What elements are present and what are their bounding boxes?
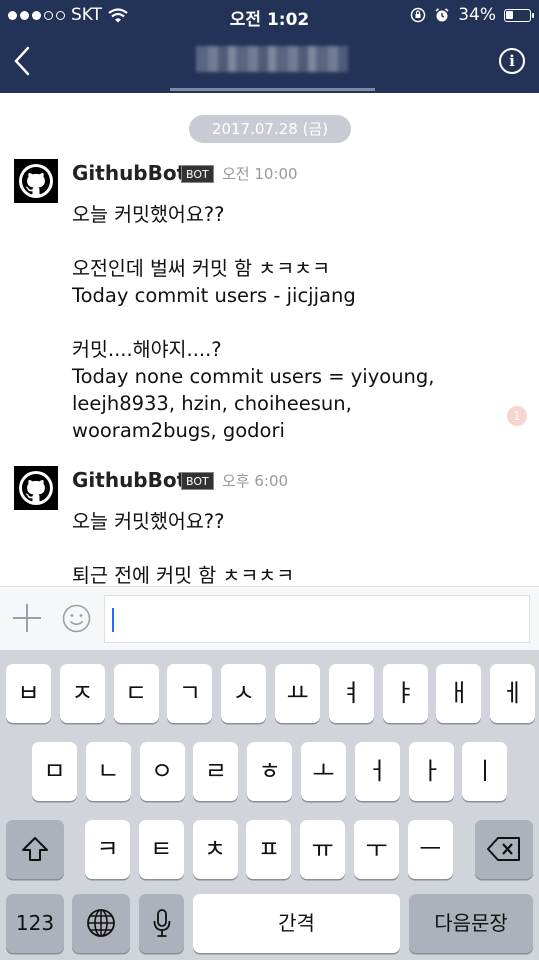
sender-name[interactable]: GithubBot [72,161,186,185]
key-row2-5[interactable]: ㅗ [301,742,346,801]
key-row3-5[interactable]: ㅜ [354,820,399,879]
key-row3-2[interactable]: ㅊ [192,820,238,879]
key-row1-1[interactable]: ㅈ [59,664,105,723]
title-underline [170,88,375,91]
message-time: 오후 6:00 [222,472,289,490]
info-button[interactable]: i [499,48,525,74]
key-row3-0[interactable]: ㅋ [85,820,130,879]
message-text[interactable]: 오늘 커밋했어요?? 퇴근 전에 커밋 함 ㅊㅋㅊㅋ [72,508,512,586]
date-separator: 2017.07.28 (금) [189,115,351,143]
shift-icon [22,837,48,861]
bot-badge: BOT [181,472,214,490]
key-row1-4[interactable]: ㅅ [221,664,267,723]
return-key[interactable]: 다음문장 [409,894,533,953]
key-row2-4[interactable]: ㅎ [247,742,293,801]
message-text[interactable]: 오늘 커밋했어요?? 오전인데 벌써 커밋 함 ㅊㅋㅊㅋ Today commi… [72,201,512,444]
key-row1-8[interactable]: ㅐ [436,664,482,723]
key-row2-1[interactable]: ㄴ [85,742,131,801]
alarm-icon [435,8,449,22]
key-row1-5[interactable]: ㅛ [275,664,320,723]
message-input[interactable] [104,595,530,643]
key-row1-7[interactable]: ㅑ [382,664,428,723]
back-icon[interactable] [10,44,34,78]
plus-icon[interactable] [12,603,42,633]
key-row2-2[interactable]: ㅇ [139,742,185,801]
key-row1-6[interactable]: ㅕ [328,664,374,723]
text-cursor [112,608,114,632]
sender-name[interactable]: GithubBot [72,468,186,492]
key-row2-3[interactable]: ㄹ [193,742,239,801]
unread-count-badge: 1 [507,406,527,426]
top-bar: SKT 오전 1:02 34% i [0,0,539,93]
space-key[interactable]: 간격 [193,894,400,953]
bot-badge: BOT [181,165,214,183]
key-row2-6[interactable]: ㅓ [354,742,400,801]
backspace-key[interactable] [475,820,533,879]
key-row3-3[interactable]: ㅍ [246,820,292,879]
message-time: 오전 10:00 [222,165,298,183]
battery-percent: 34% [458,5,496,25]
globe-icon [87,909,115,937]
backspace-icon [487,837,520,861]
korean-keyboard: ㅂㅈㄷㄱㅅㅛㅕㅑㅐㅔ ㅁㄴㅇㄹㅎㅗㅓㅏㅣ ㅋㅌㅊㅍㅠㅜㅡ 123 간격 다음문장 [0,650,539,960]
key-row1-0[interactable]: ㅂ [6,664,51,723]
key-row3-4[interactable]: ㅠ [300,820,346,879]
key-row1-9[interactable]: ㅔ [490,664,536,723]
key-row3-1[interactable]: ㅌ [138,820,184,879]
status-bar: SKT 오전 1:02 34% [0,0,539,30]
message-input-bar [0,586,539,650]
microphone-icon [153,909,170,937]
chat-title-blurred [196,46,348,72]
rotation-lock-icon [410,7,426,23]
globe-key[interactable] [72,894,130,953]
emoji-icon[interactable] [62,604,91,633]
key-row2-8[interactable]: ㅣ [462,742,508,801]
github-avatar-icon[interactable] [14,159,58,203]
battery-icon [504,8,534,22]
shift-key[interactable] [6,820,64,879]
key-row3-6[interactable]: ㅡ [407,820,453,879]
key-row1-3[interactable]: ㄱ [167,664,213,723]
chat-area[interactable]: 2017.07.28 (금) GithubBot BOT 오전 10:00 오늘… [0,93,539,586]
key-row2-0[interactable]: ㅁ [32,742,77,801]
github-avatar-icon[interactable] [14,466,58,510]
numbers-key[interactable]: 123 [6,894,64,953]
key-row1-2[interactable]: ㄷ [113,664,159,723]
key-row2-7[interactable]: ㅏ [408,742,454,801]
microphone-key[interactable] [139,894,184,953]
